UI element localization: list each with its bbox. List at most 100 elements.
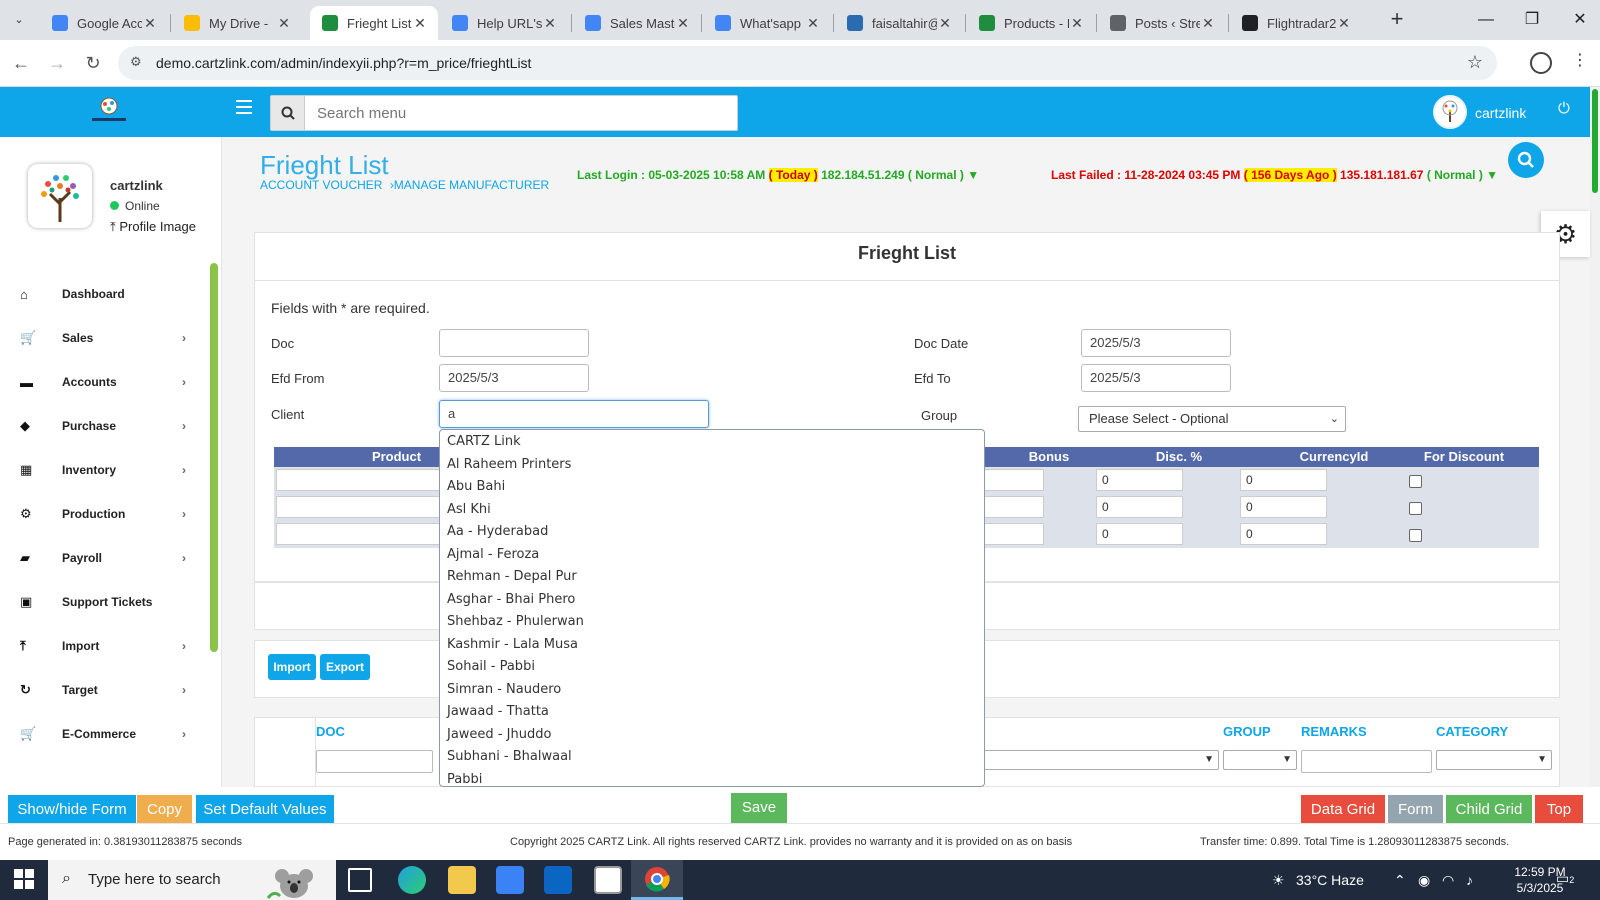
grid-filter-category[interactable]: ▼ [1436, 750, 1552, 770]
disc-input[interactable]: 0 [1096, 523, 1183, 545]
file-explorer-icon[interactable] [448, 866, 476, 894]
weather-label[interactable]: 33°C Haze [1296, 872, 1364, 888]
user-avatar[interactable] [1433, 95, 1467, 129]
global-search-icon[interactable] [1508, 142, 1544, 178]
currency-input[interactable]: 0 [1240, 523, 1327, 545]
outlook-icon[interactable] [544, 866, 572, 894]
tab-close-icon[interactable]: ✕ [1069, 15, 1085, 32]
browser-tab[interactable]: Help URL's ✕ [440, 6, 568, 40]
edge-icon[interactable] [398, 866, 426, 894]
product-input[interactable] [276, 496, 446, 518]
product-input[interactable] [276, 523, 446, 545]
restore-icon[interactable]: ❐ [1520, 8, 1544, 32]
sidebar-item-import[interactable]: ⤒ Import › [20, 634, 186, 658]
site-info-icon[interactable]: ⚙ [130, 54, 142, 70]
top-button[interactable]: Top [1535, 795, 1583, 825]
sidebar-item-e-commerce[interactable]: 🛒 E-Commerce › [20, 722, 186, 746]
reload-icon[interactable]: ↻ [82, 52, 104, 74]
for-discount-checkbox[interactable] [1409, 529, 1422, 542]
task-view-icon[interactable] [348, 868, 372, 892]
set-default-values-button[interactable]: Set Default Values [196, 795, 334, 825]
data-grid-button[interactable]: Data Grid [1301, 795, 1385, 825]
browser-tab[interactable]: What'sapp ✕ [703, 6, 831, 40]
windows-start-icon[interactable] [14, 869, 34, 889]
tab-close-icon[interactable]: ✕ [805, 15, 821, 32]
grid-filter-select[interactable]: ▼ [983, 750, 1219, 770]
close-window-icon[interactable]: ✕ [1568, 8, 1592, 32]
currency-input[interactable]: 0 [1240, 469, 1327, 491]
breadcrumb-manage-manufacturer[interactable]: ›MANAGE MANUFACTURER [390, 178, 549, 192]
minimize-icon[interactable]: — [1474, 8, 1498, 32]
tab-close-icon[interactable]: ✕ [542, 15, 558, 32]
grid-header-remarks[interactable]: REMARKS [1301, 724, 1367, 739]
store-icon[interactable] [496, 866, 524, 894]
tab-close-icon[interactable]: ✕ [1200, 15, 1216, 32]
page-scrollbar[interactable] [1590, 87, 1600, 787]
tab-close-icon[interactable]: ✕ [937, 15, 953, 32]
tab-search-icon[interactable]: ⌄ [7, 8, 31, 32]
chevron-up-icon[interactable]: ⌃ [1394, 872, 1406, 889]
header-username[interactable]: cartzlink [1475, 105, 1526, 121]
browser-tab[interactable]: Flightradar2 ✕ [1230, 6, 1362, 40]
profile-image-link[interactable]: ⤒ Profile Image [110, 219, 196, 235]
sidebar-item-sales[interactable]: 🛒 Sales › [20, 326, 186, 350]
browser-tab[interactable]: Frieght List ✕ [310, 6, 438, 40]
for-discount-checkbox[interactable] [1409, 475, 1422, 488]
taskbar-search[interactable]: ⌕ Type here to search [48, 860, 336, 900]
browser-tab[interactable]: faisaltahir@ ✕ [835, 6, 963, 40]
breadcrumb-account-voucher[interactable]: ACCOUNT VOUCHER [260, 178, 382, 192]
bookmark-star-icon[interactable]: ☆ [1467, 52, 1483, 73]
notification-icon[interactable]: ▭2 [1556, 870, 1574, 887]
form-button[interactable]: Form [1388, 795, 1443, 825]
tab-close-icon[interactable]: ✕ [412, 15, 428, 32]
browser-tab[interactable]: Google Acc ✕ [40, 6, 168, 40]
sidebar-item-target[interactable]: ↻ Target › [20, 678, 186, 702]
sidebar-scroll-indicator[interactable] [210, 263, 218, 652]
disc-input[interactable]: 0 [1096, 496, 1183, 518]
chrome-taskbar-button[interactable] [631, 860, 683, 900]
tab-close-icon[interactable]: ✕ [276, 15, 292, 32]
autocomplete-option[interactable]: CARTZ Link [447, 434, 521, 449]
tab-close-icon[interactable]: ✕ [1336, 15, 1352, 32]
currency-input[interactable]: 0 [1240, 496, 1327, 518]
autocomplete-option[interactable]: Aa - Hyderabad [447, 524, 548, 539]
grid-header-group[interactable]: GROUP [1223, 724, 1271, 739]
volume-icon[interactable]: ♪ [1466, 872, 1473, 888]
profile-icon[interactable] [1530, 52, 1552, 74]
grid-header-doc[interactable]: DOC [316, 724, 345, 739]
grid-filter-group[interactable]: ▼ [1223, 750, 1297, 770]
record-icon[interactable]: ◉ [1418, 872, 1430, 889]
export-button[interactable]: Export [320, 654, 370, 680]
autocomplete-option[interactable]: Al Raheem Printers [447, 457, 571, 472]
autocomplete-option[interactable]: Asghar - Bhai Phero [447, 592, 575, 607]
browser-tab[interactable]: My Drive - ✕ [172, 6, 302, 40]
autocomplete-option[interactable]: Rehman - Depal Pur [447, 569, 577, 584]
back-icon[interactable]: ← [10, 52, 32, 74]
client-input[interactable]: a [439, 400, 709, 428]
browser-tab[interactable]: Posts ‹ Stre ✕ [1098, 6, 1226, 40]
group-select[interactable]: Please Select - Optional ⌄ [1078, 406, 1346, 432]
grid-filter-remarks[interactable] [1301, 750, 1432, 773]
copy-button[interactable]: Copy [137, 795, 192, 825]
autocomplete-option[interactable]: Jaweed - Jhuddo [447, 727, 551, 742]
import-button[interactable]: Import [268, 654, 316, 680]
autocomplete-option[interactable]: Shehbaz - Phulerwan [447, 614, 584, 629]
tab-close-icon[interactable]: ✕ [675, 15, 691, 32]
sidebar-item-inventory[interactable]: ▦ Inventory › [20, 458, 186, 482]
autocomplete-option[interactable]: Pabbi [447, 772, 482, 787]
tab-close-icon[interactable]: ✕ [142, 15, 158, 32]
autocomplete-option[interactable]: Sohail - Pabbi [447, 659, 535, 674]
sidebar-item-production[interactable]: ⚙ Production › [20, 502, 186, 526]
show-hide-form-button[interactable]: Show/hide Form [8, 795, 136, 825]
grid-filter-doc[interactable] [316, 750, 433, 773]
doc-input[interactable] [439, 329, 589, 357]
product-input[interactable] [276, 469, 446, 491]
vnc-icon[interactable] [594, 866, 622, 894]
address-bar[interactable]: ⚙ demo.cartzlink.com/admin/indexyii.php?… [118, 46, 1497, 80]
wifi-icon[interactable]: ◠ [1442, 872, 1454, 889]
autocomplete-option[interactable]: Abu Bahi [447, 479, 505, 494]
for-discount-checkbox[interactable] [1409, 502, 1422, 515]
save-button[interactable]: Save [731, 793, 787, 823]
autocomplete-option[interactable]: Jawaad - Thatta [447, 704, 549, 719]
sidebar-item-dashboard[interactable]: ⌂ Dashboard [20, 282, 186, 306]
